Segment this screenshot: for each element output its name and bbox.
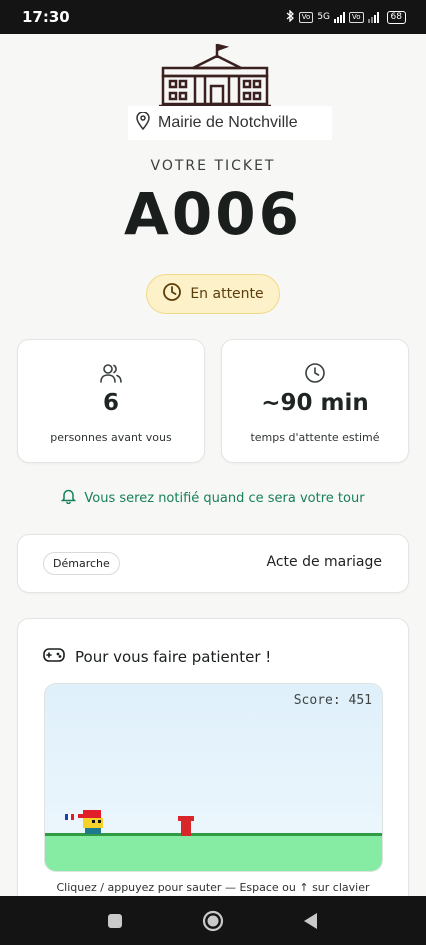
bluetooth-icon: [286, 8, 295, 25]
game-score: Score: 451: [293, 693, 372, 708]
clock-icon: [162, 282, 182, 306]
demarche-value: Acte de mariage: [266, 554, 382, 570]
bell-icon: [61, 488, 77, 508]
player-sprite: [65, 810, 107, 837]
status-bar: 17:30 Vo 5G Vo 68: [0, 0, 426, 34]
users-icon: [18, 362, 204, 384]
game-title: Pour vous faire patienter !: [75, 648, 272, 666]
notification-text: Vous serez notifié quand ce sera votre t…: [84, 490, 365, 506]
status-time: 17:30: [22, 8, 70, 26]
triangle-back-icon[interactable]: [296, 906, 326, 936]
game-card: Pour vous faire patienter ! Score: 451 C…: [17, 618, 409, 896]
ticket-number: A006: [124, 180, 302, 248]
circle-home-icon[interactable]: [198, 906, 228, 936]
battery-icon: 68: [386, 10, 406, 24]
page-content: Mairie de Notchville VOTRE TICKET A006 E…: [0, 34, 426, 896]
wait-time-caption: temps d'attente estimé: [250, 431, 380, 444]
location-name: Mairie de Notchville: [158, 114, 298, 131]
wait-time-card: ~90 min temps d'attente estimé: [221, 339, 409, 463]
demarche-card: Démarche Acte de mariage: [17, 534, 409, 593]
system-nav-bar: [0, 896, 426, 945]
square-recents-icon[interactable]: [100, 906, 130, 936]
signal-icon: [334, 11, 346, 23]
obstacle-pipe: [178, 816, 194, 836]
notification-message: Vous serez notifié quand ce sera votre t…: [0, 488, 426, 508]
ticket-label: VOTRE TICKET: [150, 158, 276, 174]
game-canvas[interactable]: Score: 451: [44, 683, 383, 872]
town-hall-icon: [155, 42, 275, 112]
game-hint: Cliquez / appuyez pour sauter — Espace o…: [56, 881, 370, 894]
location-label: Mairie de Notchville: [128, 106, 332, 140]
people-ahead-caption: personnes avant vous: [50, 431, 172, 444]
people-ahead-card: 6 personnes avant vous: [17, 339, 205, 463]
status-text: En attente: [190, 286, 264, 302]
game-ground: [45, 833, 382, 871]
map-pin-icon: [136, 110, 150, 135]
volte-icon: Vo: [298, 11, 314, 23]
volte-icon-2: Vo: [349, 11, 364, 23]
game-header: Pour vous faire patienter !: [43, 647, 271, 667]
status-icons: Vo 5G Vo 68: [286, 8, 406, 25]
signal-icon-2: [367, 11, 379, 23]
wait-time-value: ~90 min: [261, 390, 369, 416]
gamepad-icon: [43, 647, 65, 667]
clock-icon: [222, 362, 408, 384]
status-badge: En attente: [146, 274, 280, 314]
network-type: 5G: [317, 12, 331, 22]
demarche-badge: Démarche: [43, 552, 120, 575]
people-ahead-value: 6: [102, 390, 119, 416]
battery-level: 68: [390, 11, 402, 22]
